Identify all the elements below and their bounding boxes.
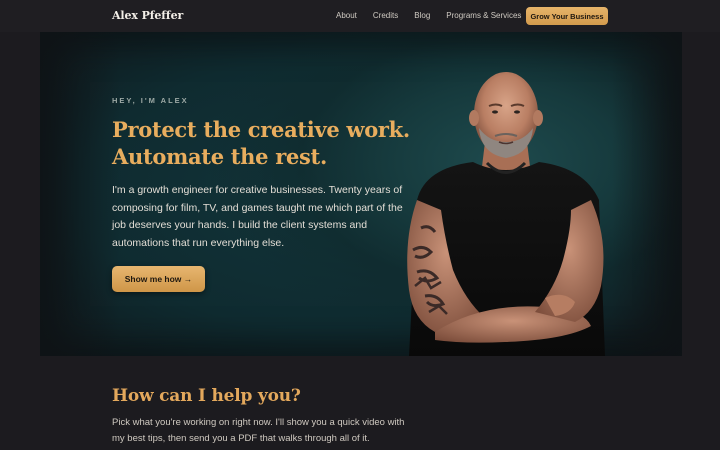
hero-eyebrow: HEY, I'M ALEX [112,96,189,105]
nav-link-credits[interactable]: Credits [373,11,398,20]
nav-link-programs-services[interactable]: Programs & Services [446,11,521,20]
help-section-title: How can I help you? [112,386,301,406]
nav-links: About Credits Blog Programs & Services [336,11,521,20]
portrait-image [407,72,605,356]
headline-line-2: Automate the rest. [112,144,327,169]
grow-your-business-button[interactable]: Grow Your Business [526,7,608,25]
nav-link-blog[interactable]: Blog [414,11,430,20]
nav-link-about[interactable]: About [336,11,357,20]
headline-line-1: Protect the creative work. [112,117,410,142]
help-section-text: Pick what you're working on right now. I… [112,417,405,444]
show-me-how-button[interactable]: Show me how → [112,266,205,292]
hero-vignette-left [40,32,120,356]
hero-headline: Protect the creative work. Automate the … [112,116,432,170]
hero-intro-text: I'm a growth engineer for creative busin… [112,184,403,249]
hero-vignette-right [612,32,682,356]
brand-logo-text[interactable]: Alex Pfeffer [112,9,183,22]
top-nav: Alex Pfeffer About Credits Blog Programs… [0,0,720,32]
